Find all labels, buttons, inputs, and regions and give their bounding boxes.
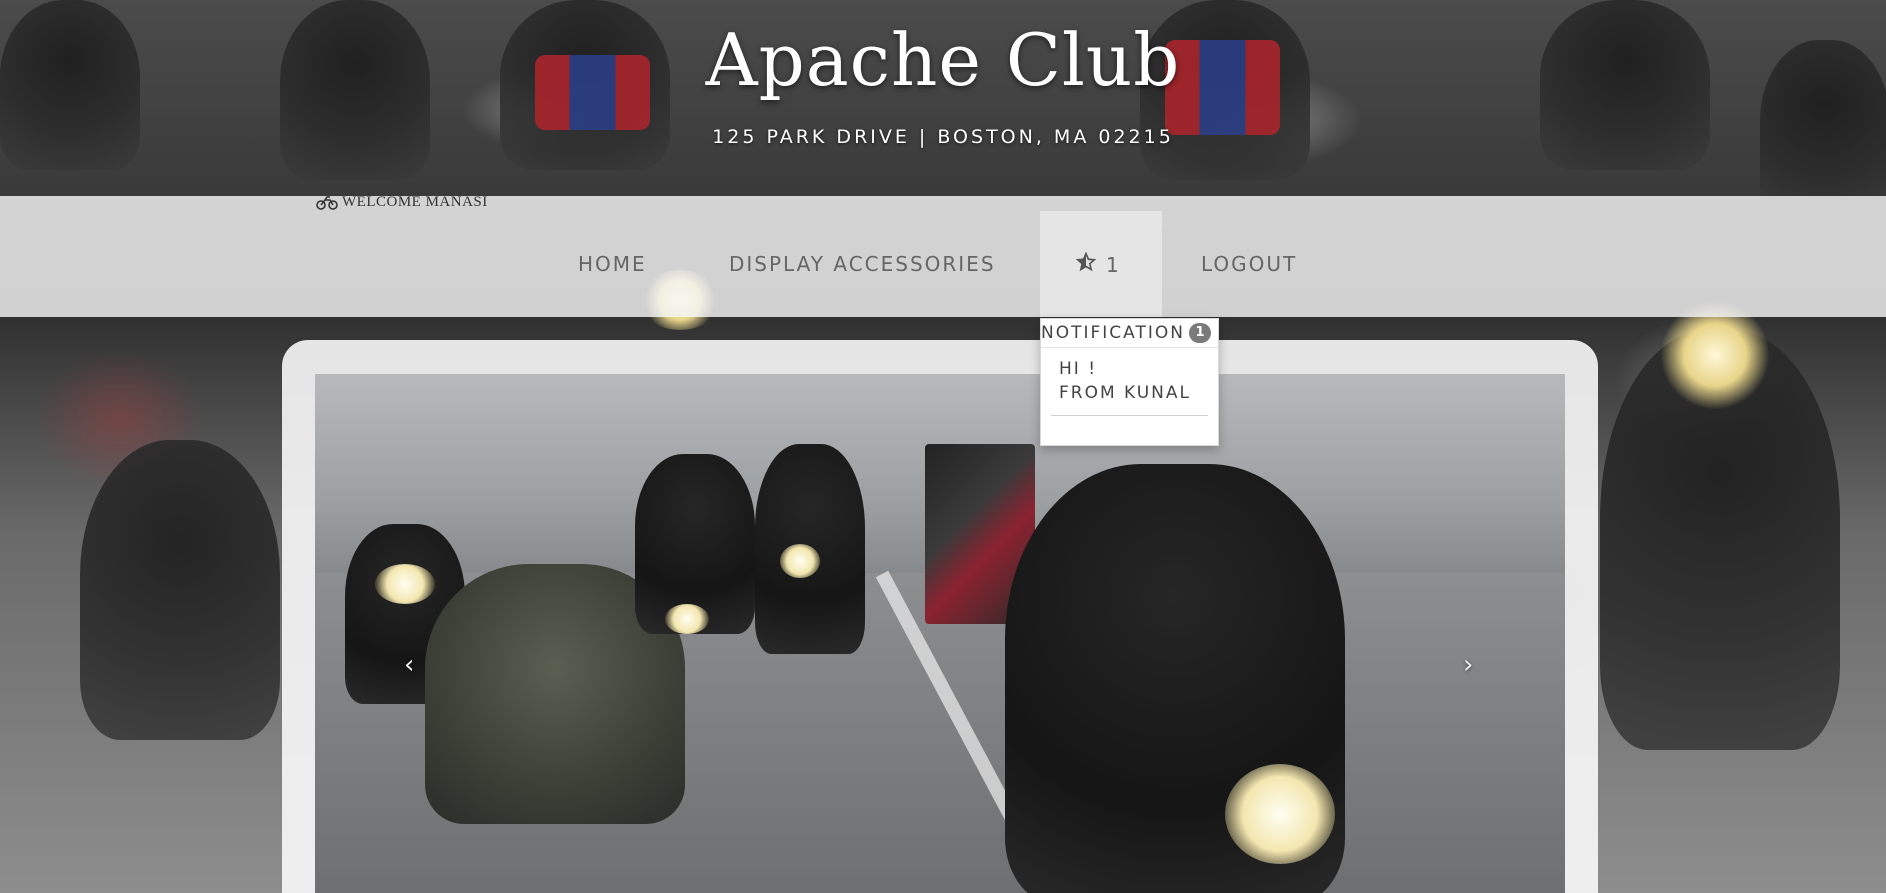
carousel-headlamp <box>665 604 709 634</box>
nav-logout-link[interactable]: LOGOUT <box>1201 252 1297 276</box>
dropdown-divider <box>1041 347 1218 348</box>
carousel-headlamp <box>1225 764 1335 864</box>
dropdown-divider <box>1051 415 1208 416</box>
notification-header-label: NOTIFICATION <box>1041 323 1185 343</box>
nav-home-link[interactable]: HOME <box>578 252 647 276</box>
notification-dropdown: NOTIFICATION 1 HI ! FROM KUNAL <box>1040 318 1219 446</box>
nav-display-accessories-link[interactable]: DISPLAY ACCESSORIES <box>729 252 996 276</box>
carousel-prev-button[interactable]: ‹ <box>404 650 414 680</box>
nav-notifications-toggle[interactable]: 1 <box>1075 251 1119 277</box>
image-carousel[interactable] <box>315 374 1565 893</box>
welcome-message: WELCOME MANASI <box>316 194 488 211</box>
notification-item-line2: FROM KUNAL <box>1059 383 1191 403</box>
star-icon <box>1075 251 1097 277</box>
motorcycle-icon <box>316 195 338 210</box>
site-title: Apache Club <box>705 18 1181 102</box>
notification-dropdown-header: NOTIFICATION 1 <box>1041 323 1211 343</box>
notification-count: 1 <box>1106 252 1119 277</box>
background-rider <box>80 440 280 740</box>
notification-item[interactable]: HI ! FROM KUNAL <box>1059 357 1191 405</box>
carousel-next-button[interactable]: › <box>1463 650 1473 680</box>
carousel-headlamp <box>780 544 820 578</box>
notification-item-line1: HI ! <box>1059 359 1098 379</box>
carousel-headlamp <box>375 564 435 604</box>
page: Apache Club 125 PARK DRIVE | BOSTON, MA … <box>0 0 1886 893</box>
notification-badge: 1 <box>1188 323 1211 343</box>
site-address: 125 PARK DRIVE | BOSTON, MA 02215 <box>712 126 1174 148</box>
welcome-text: WELCOME MANASI <box>342 194 488 210</box>
